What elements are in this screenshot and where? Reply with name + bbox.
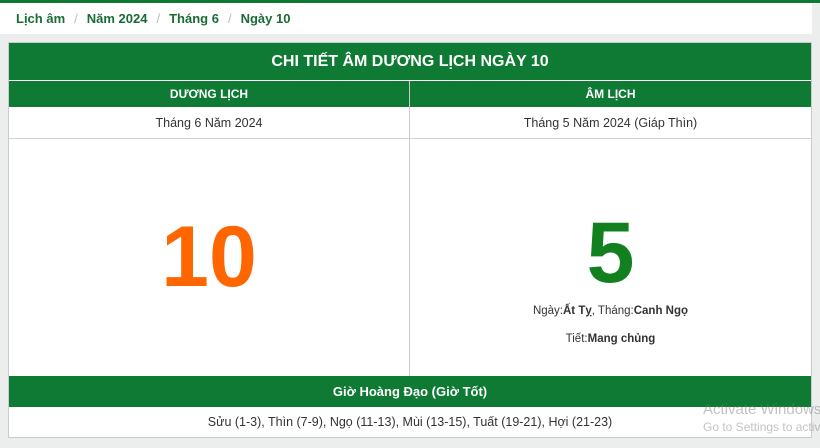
solar-month-year: Tháng 6 Năm 2024: [9, 107, 409, 139]
breadcrumb-item-year[interactable]: Năm 2024: [87, 11, 148, 26]
solar-day-number: 10: [161, 208, 257, 305]
lunar-month-year: Tháng 5 Năm 2024 (Giáp Thìn): [410, 107, 811, 139]
lunar-day-number: 5: [586, 204, 635, 301]
breadcrumb: Lịch âm / Năm 2024 / Tháng 6 / Ngày 10: [0, 3, 812, 34]
month-canchi-value: Canh Ngọ: [633, 305, 689, 317]
breadcrumb-separator: /: [74, 11, 78, 26]
day-canchi-value: Ất Tỵ: [562, 305, 592, 317]
card-title: CHI TIẾT ÂM DƯƠNG LỊCH NGÀY 10: [9, 43, 811, 80]
breadcrumb-item-day[interactable]: Ngày 10: [241, 11, 291, 26]
day-canchi-label: Ngày:: [532, 305, 563, 317]
solar-term-value: Mang chủng: [587, 333, 656, 345]
watermark-title: Activate Windows: [703, 401, 820, 418]
breadcrumb-separator: /: [227, 11, 232, 26]
activate-windows-watermark: Activate Windows Go to Settings to activ…: [703, 401, 820, 434]
good-hours-list: Sửu (1-3), Thìn (7-9), Ngọ (11-13), Mùi …: [207, 415, 613, 429]
solar-term-label: Tiết:: [565, 333, 588, 345]
lunar-calendar-header: ÂM LỊCH: [410, 81, 811, 107]
watermark-subtitle: Go to Settings to activate Windows.: [703, 420, 820, 434]
breadcrumb-item-lunar-calendar[interactable]: Lịch âm: [16, 11, 65, 26]
solar-term-line: Tiết: Mang chủng: [410, 333, 811, 345]
month-canchi-label: , Tháng:: [591, 305, 634, 317]
calendar-detail-card: CHI TIẾT ÂM DƯƠNG LỊCH NGÀY 10 DƯƠNG LỊC…: [8, 42, 812, 438]
good-hours-header: Giờ Hoàng Đạo (Giờ Tốt): [9, 376, 811, 407]
solar-calendar-header: DƯƠNG LỊCH: [9, 81, 409, 107]
lunar-canchi-line: Ngày: Ất Tỵ , Tháng: Canh Ngọ: [410, 305, 811, 317]
breadcrumb-item-month[interactable]: Tháng 6: [169, 11, 219, 26]
breadcrumb-separator: /: [156, 11, 161, 26]
